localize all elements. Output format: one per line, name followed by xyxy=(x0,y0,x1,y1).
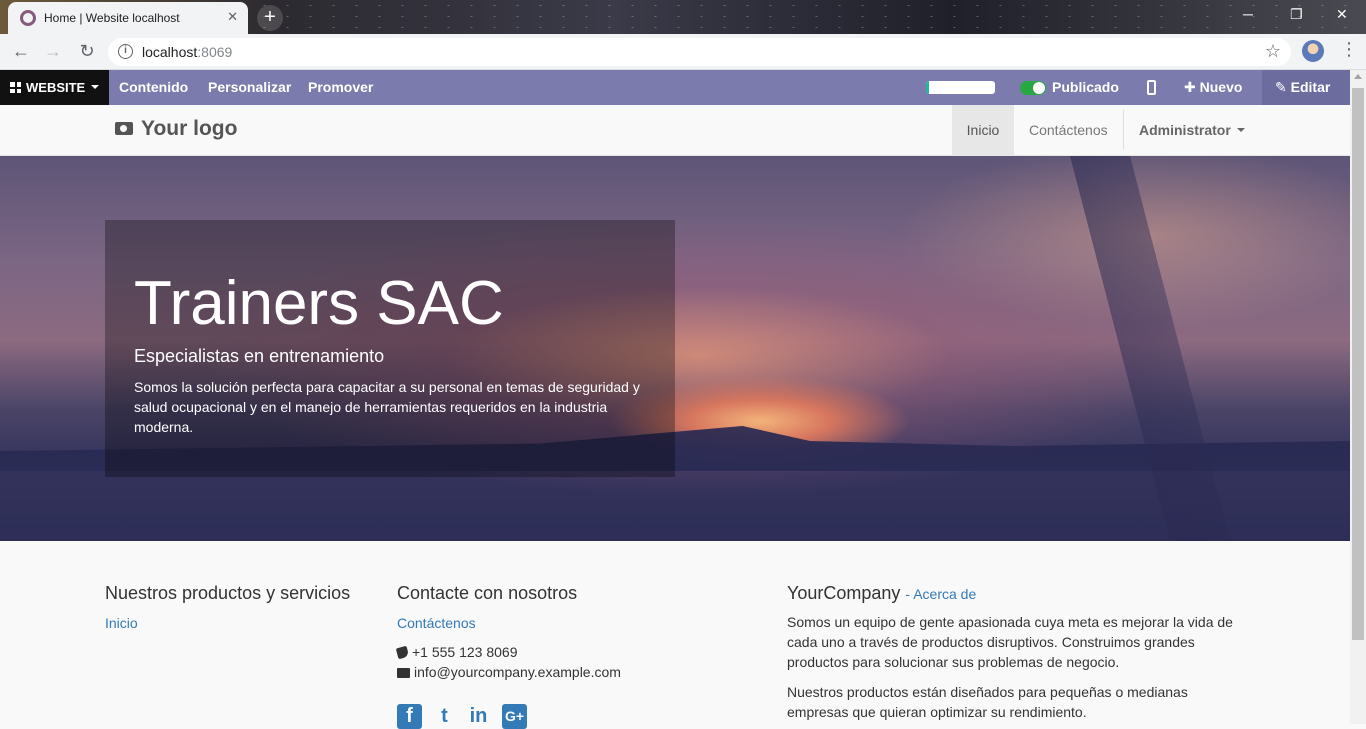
address-bar[interactable]: i localhost:8069 ☆ xyxy=(108,38,1291,66)
forward-icon[interactable]: → xyxy=(42,41,64,62)
nav-inicio[interactable]: Inicio xyxy=(952,105,1014,155)
site-logo[interactable]: Your logo xyxy=(115,117,237,141)
footer-contact-title: Contacte con nosotros xyxy=(397,583,578,603)
scroll-up-icon[interactable] xyxy=(1354,74,1362,79)
website-menu-label: WEBSITE xyxy=(26,80,86,95)
footer-phone: +1 555 123 8069 xyxy=(395,642,518,662)
user-menu[interactable]: Administrator xyxy=(1139,105,1245,155)
url-host: localhost xyxy=(142,44,198,60)
about-link[interactable]: - Acerca de xyxy=(905,586,976,602)
mobile-preview-icon[interactable] xyxy=(1147,80,1156,95)
browser-tab[interactable]: Home | Website localhost ✕ xyxy=(8,2,248,34)
site-footer: Nuestros productos y servicios Inicio Co… xyxy=(0,541,1350,729)
site-header: Your logo Inicio Contáctenos Administrat… xyxy=(0,105,1350,156)
new-tab-button[interactable]: + xyxy=(257,5,283,31)
browser-tab-strip: Home | Website localhost ✕ + ─ ❐ ✕ xyxy=(0,0,1366,34)
browser-toolbar: ← → ↻ i localhost:8069 ☆ ⋮ xyxy=(0,34,1366,70)
user-name: Administrator xyxy=(1139,122,1231,138)
url-text: localhost:8069 xyxy=(142,44,232,60)
google-plus-icon[interactable]: G+ xyxy=(502,704,527,729)
footer-products-title: Nuestros productos y servicios xyxy=(105,583,351,603)
profile-avatar[interactable] xyxy=(1302,40,1324,62)
page-scrollbar[interactable] xyxy=(1350,70,1366,724)
logo-text: Your logo xyxy=(141,117,238,140)
footer-company-products: Nuestros productos están diseñados para … xyxy=(787,684,1188,720)
hero-title: Trainers SAC xyxy=(134,269,504,338)
window-close-icon[interactable]: ✕ xyxy=(1336,6,1348,23)
browser-menu-icon[interactable]: ⋮ xyxy=(1340,39,1358,60)
plus-icon: ✚ xyxy=(1184,79,1200,95)
apps-grid-icon xyxy=(10,82,21,93)
nav-divider xyxy=(1123,110,1124,150)
menu-personalizar[interactable]: Personalizar xyxy=(208,70,291,105)
hero-text-box: Trainers SAC Especialistas en entrenamie… xyxy=(105,220,675,477)
scrollbar-thumb[interactable] xyxy=(1352,88,1364,640)
minimize-icon[interactable]: ─ xyxy=(1243,6,1253,22)
website-admin-bar: WEBSITE Contenido Personalizar Promover … xyxy=(0,70,1366,105)
linkedin-icon[interactable]: in xyxy=(466,704,491,729)
new-label: Nuevo xyxy=(1199,79,1243,95)
tab-close-icon[interactable]: ✕ xyxy=(227,9,238,25)
menu-contenido[interactable]: Contenido xyxy=(119,70,188,105)
odoo-favicon-icon xyxy=(20,10,36,26)
pencil-icon: ✎ xyxy=(1275,79,1291,95)
footer-company-description: Somos un equipo de gente apasionada cuya… xyxy=(787,614,1233,670)
reload-icon[interactable]: ↻ xyxy=(76,41,98,62)
nav-contactenos[interactable]: Contáctenos xyxy=(1029,105,1108,155)
camera-icon xyxy=(115,122,133,135)
phone-icon xyxy=(395,645,410,660)
chevron-down-icon xyxy=(91,85,100,89)
edit-button[interactable]: ✎ Editar xyxy=(1262,70,1350,105)
website-apps-menu[interactable]: WEBSITE xyxy=(0,70,109,105)
hero-description: Somos la solución perfecta para capacita… xyxy=(134,379,640,435)
twitter-icon[interactable]: t xyxy=(432,704,457,729)
menu-promover[interactable]: Promover xyxy=(308,70,373,105)
phone-number: +1 555 123 8069 xyxy=(412,644,518,660)
facebook-icon[interactable]: f xyxy=(397,704,422,729)
hero-subtitle: Especialistas en entrenamiento xyxy=(134,346,385,366)
footer-link-contactenos[interactable]: Contáctenos xyxy=(397,615,476,631)
restore-icon[interactable]: ❐ xyxy=(1290,6,1303,23)
tab-title: Home | Website localhost xyxy=(44,11,180,25)
site-info-icon[interactable]: i xyxy=(118,44,133,59)
edit-label: Editar xyxy=(1290,79,1331,95)
new-button[interactable]: ✚ Nuevo xyxy=(1184,70,1242,105)
company-name: YourCompany xyxy=(787,583,901,603)
bookmark-star-icon[interactable]: ☆ xyxy=(1265,41,1281,62)
url-port: :8069 xyxy=(197,44,233,60)
email-address: info@yourcompany.example.com xyxy=(414,664,621,680)
back-icon[interactable]: ← xyxy=(10,41,32,62)
progress-fill xyxy=(926,81,930,94)
envelope-icon xyxy=(397,668,410,678)
publish-toggle[interactable] xyxy=(1020,81,1046,95)
hero-banner: Trainers SAC Especialistas en entrenamie… xyxy=(0,156,1350,541)
seo-progress-bar[interactable] xyxy=(926,81,995,94)
published-label[interactable]: Publicado xyxy=(1052,70,1119,105)
footer-link-inicio[interactable]: Inicio xyxy=(105,615,138,631)
chevron-down-icon xyxy=(1236,128,1245,132)
footer-company-title: YourCompany - Acerca de xyxy=(787,583,976,604)
footer-email: info@yourcompany.example.com xyxy=(397,662,621,682)
